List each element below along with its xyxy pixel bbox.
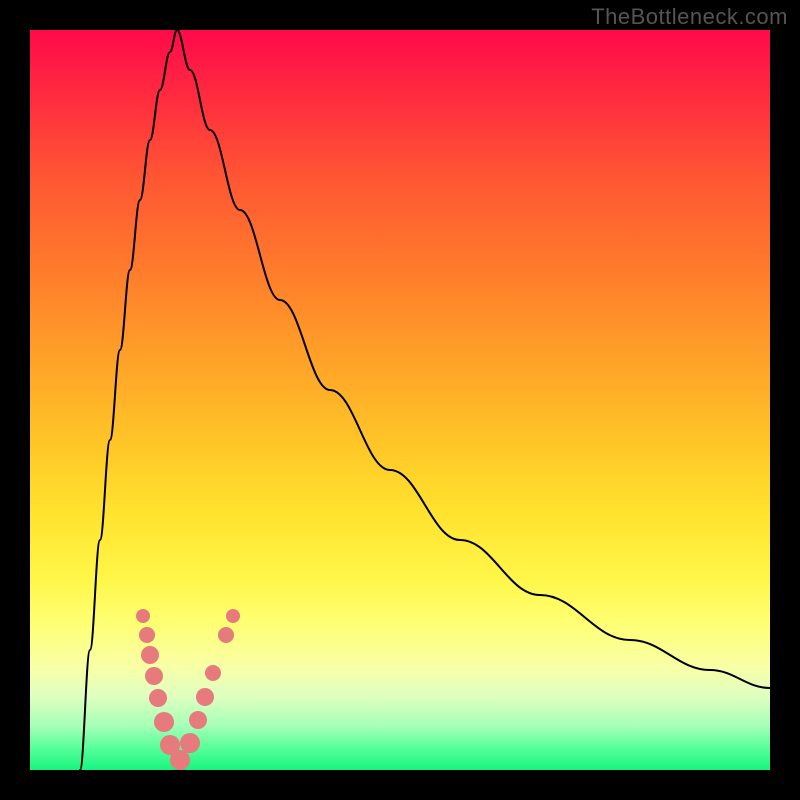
data-point bbox=[141, 646, 159, 664]
data-point bbox=[149, 689, 167, 707]
curve-right-branch bbox=[177, 30, 770, 688]
data-point bbox=[196, 688, 214, 706]
data-point bbox=[180, 733, 200, 753]
data-point bbox=[139, 627, 155, 643]
watermark: TheBottleneck.com bbox=[591, 4, 788, 30]
data-points bbox=[136, 609, 240, 770]
data-point bbox=[218, 627, 234, 643]
data-point bbox=[205, 665, 221, 681]
data-point bbox=[189, 711, 207, 729]
data-point bbox=[226, 609, 240, 623]
data-point bbox=[170, 750, 190, 770]
data-point bbox=[154, 712, 174, 732]
data-point bbox=[136, 609, 150, 623]
curve-layer bbox=[30, 30, 770, 770]
chart-canvas: TheBottleneck.com bbox=[0, 0, 800, 800]
plot-area bbox=[30, 30, 770, 770]
data-point bbox=[145, 667, 163, 685]
curve-left-branch bbox=[80, 30, 177, 770]
